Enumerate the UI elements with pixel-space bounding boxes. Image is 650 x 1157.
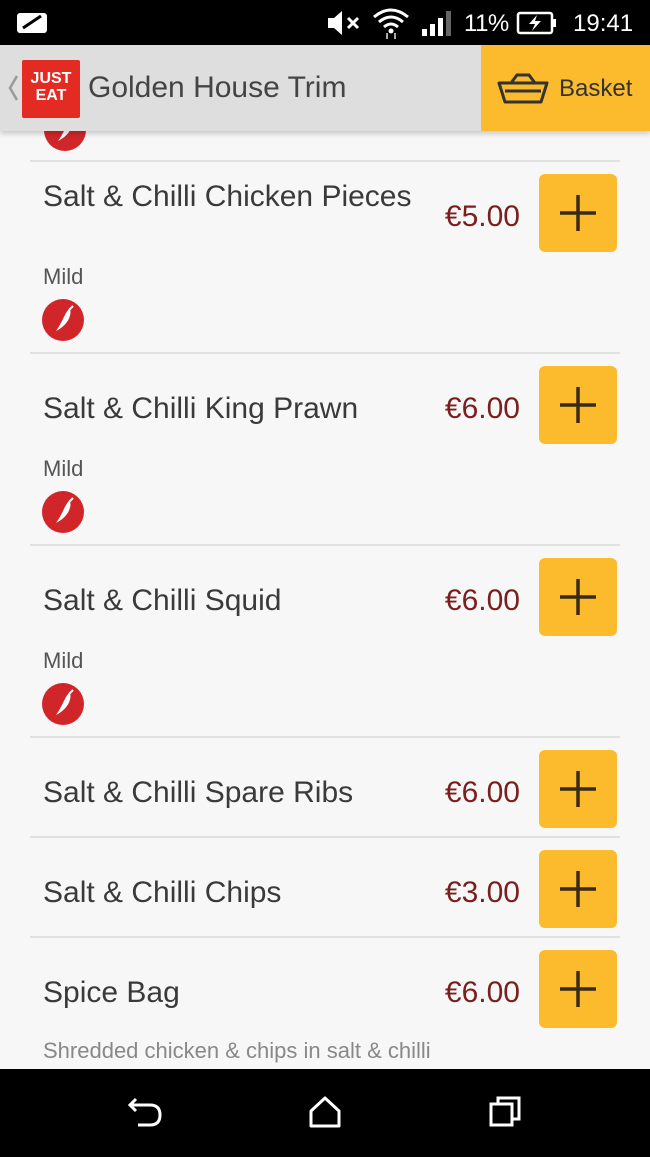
spice-level-label: Mild (43, 648, 84, 673)
basket-button[interactable]: Basket (481, 45, 650, 131)
item-description: Shredded chicken & chips in salt & chill… (43, 1038, 431, 1063)
menu-item: Spice Bag €6.00 Shredded chicken & chips… (30, 936, 620, 1069)
home-icon[interactable] (308, 1095, 342, 1129)
chilli-icon (44, 131, 86, 151)
recent-apps-icon[interactable] (488, 1095, 522, 1129)
item-price: €6.00 (444, 392, 520, 425)
item-name: Salt & Chilli King Prawn (43, 392, 359, 425)
just-eat-logo[interactable]: JUST EAT (22, 60, 80, 118)
restaurant-name: Golden House Trim (88, 71, 347, 104)
item-price: €6.00 (444, 776, 520, 809)
back-icon[interactable] (126, 1095, 164, 1129)
chilli-icon (42, 299, 84, 341)
chilli-icon (42, 683, 84, 725)
item-price: €6.00 (444, 976, 520, 1009)
menu-item: Salt & Chilli Spare Ribs €6.00 (30, 736, 620, 836)
notification-icon (17, 13, 47, 33)
add-to-basket-button[interactable] (539, 366, 617, 444)
battery-charging-icon (516, 11, 556, 35)
logo-text-eat: EAT (35, 87, 67, 104)
item-price: €3.00 (444, 876, 520, 909)
add-to-basket-button[interactable] (539, 750, 617, 828)
mute-icon (328, 11, 360, 35)
item-name: Salt & Chilli Chips (43, 876, 282, 909)
plus-icon (560, 195, 596, 231)
item-name: Salt & Chilli Squid (43, 584, 282, 617)
back-chevron-icon[interactable] (6, 73, 20, 103)
menu-item: Salt & Chilli Chicken Pieces €5.00 Mild (30, 160, 620, 352)
clock: 19:41 (573, 10, 634, 37)
spice-level-label: Mild (43, 264, 84, 289)
menu-item: Salt & Chilli King Prawn €6.00 Mild (30, 352, 620, 544)
battery-percent: 11% (464, 10, 509, 37)
system-nav-bar (0, 1069, 650, 1157)
add-to-basket-button[interactable] (539, 950, 617, 1028)
plus-icon (560, 871, 596, 907)
basket-label: Basket (559, 75, 633, 102)
add-to-basket-button[interactable] (539, 174, 617, 252)
signal-icon (422, 11, 451, 36)
item-name: Spice Bag (43, 976, 180, 1009)
item-name: Salt & Chilli Chicken Pieces (43, 180, 412, 213)
basket-icon (497, 73, 549, 104)
status-bar: 11% 19:41 (0, 0, 650, 45)
menu-list[interactable]: Salt & Chilli Chicken Pieces €5.00 Mild … (0, 131, 650, 1069)
item-name: Salt & Chilli Spare Ribs (43, 776, 354, 809)
spice-level-label: Mild (43, 456, 84, 481)
wifi-icon (373, 8, 409, 39)
menu-item: Salt & Chilli Squid €6.00 Mild (30, 544, 620, 736)
menu-item: Salt & Chilli Chips €3.00 (30, 836, 620, 936)
item-price: €6.00 (444, 584, 520, 617)
plus-icon (560, 579, 596, 615)
chilli-icon (42, 491, 84, 533)
add-to-basket-button[interactable] (539, 850, 617, 928)
app-header: JUST EAT Golden House Trim Basket (0, 45, 650, 131)
plus-icon (560, 387, 596, 423)
plus-icon (560, 971, 596, 1007)
item-price: €5.00 (444, 200, 520, 233)
plus-icon (560, 771, 596, 807)
logo-text-just: JUST (30, 70, 72, 87)
add-to-basket-button[interactable] (539, 558, 617, 636)
